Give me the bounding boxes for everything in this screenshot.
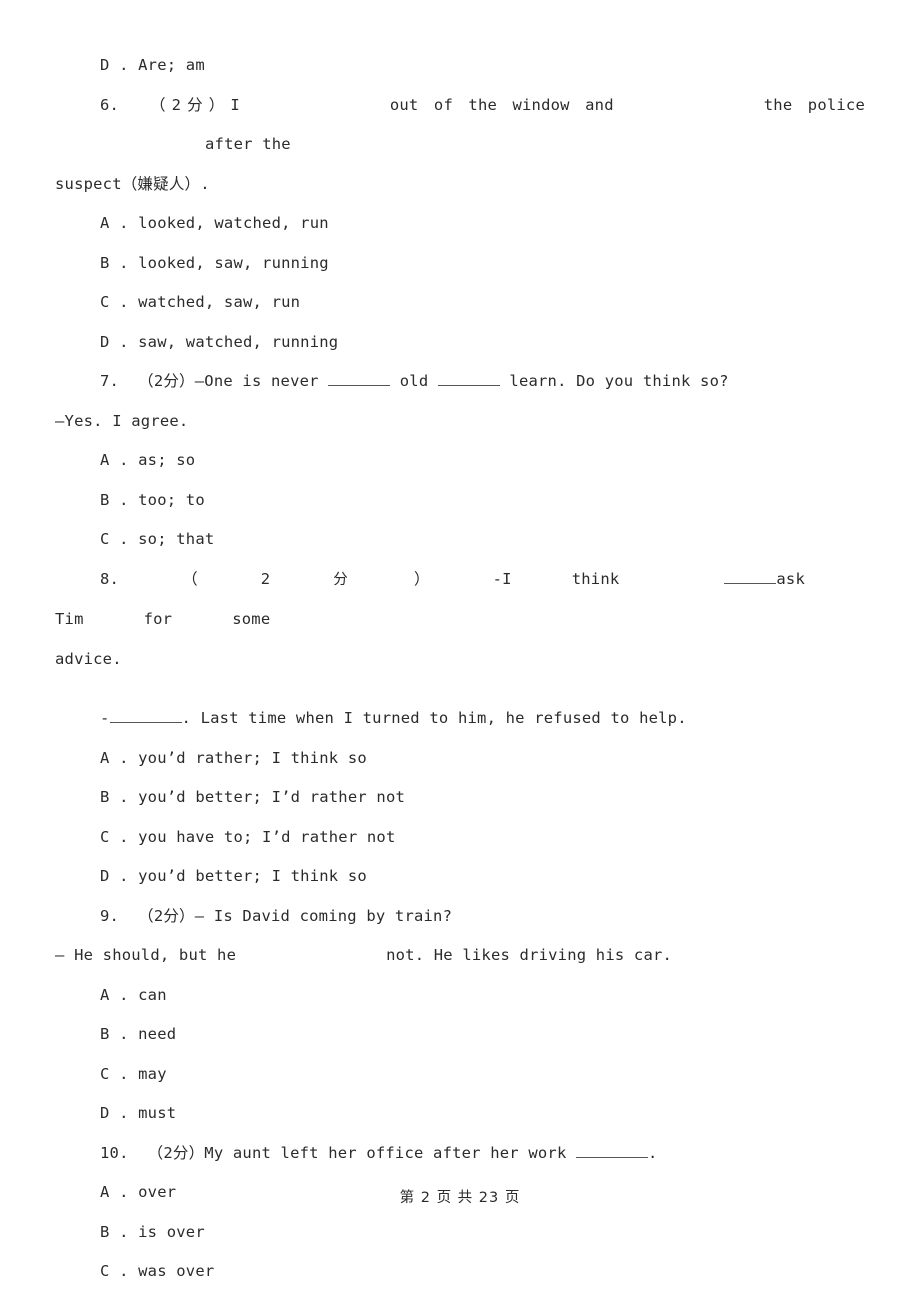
question-7-stem-part-3: learn. Do you think so? <box>499 372 729 390</box>
question-8-option-d: D . you’d better; I think so <box>100 867 367 885</box>
question-8-word-ask: ask <box>776 569 805 588</box>
carryover-option-d: D . Are; am <box>100 56 205 74</box>
question-8-marks-value: 2 <box>260 569 271 588</box>
question-6-stem-part-1: 6. （2分）I <box>100 95 240 114</box>
question-9-stem: 9. （2分）— Is David coming by train? <box>100 906 453 925</box>
question-8-spacer <box>55 679 865 699</box>
question-7-option-c: C . so; that <box>100 530 215 548</box>
question-6-option-b: B . looked, saw, running <box>100 253 329 272</box>
question-8-option-b: B . you’d better; I’d rather not <box>100 788 406 806</box>
question-6-option-c: C . watched, saw, run <box>100 293 301 311</box>
question-9-reply-part-2: not. He likes driving his car. <box>386 946 673 964</box>
question-8-option-c: C . you have to; I’d rather not <box>100 827 396 846</box>
question-6-stem-wrap: suspect（嫌疑人）. <box>55 174 210 193</box>
question-10-stem-part-2: . <box>648 1143 658 1162</box>
question-10-option-c: C . was over <box>100 1262 215 1280</box>
question-6-stem-part-2: out of the window and <box>389 95 614 114</box>
page-footer: 第 2 页 共 23 页 <box>399 1190 521 1206</box>
question-7-option-b: B . too; to <box>100 490 205 509</box>
question-8-reply-line: - . Last time when I turned to him, he re… <box>55 699 865 739</box>
question-10-blank-1 <box>576 1142 649 1158</box>
question-8-word-think: think <box>571 569 620 588</box>
question-7-blank-1 <box>328 371 391 386</box>
question-8-number: 8. <box>100 569 120 588</box>
question-9-option-c: C . may <box>100 1064 167 1083</box>
question-7-option-a: A . as; so <box>100 451 196 469</box>
question-6-option-d: D . saw, watched, running <box>100 332 339 351</box>
page-content: D . Are; am 6. （2分）I out of the window an… <box>55 46 865 1292</box>
question-7-stem-line-2: —Yes. I agree. <box>55 411 189 430</box>
question-8-stem-line-2: advice. <box>55 649 122 668</box>
question-8-reply-dash: - <box>100 709 110 727</box>
question-8-option-a: A . you’d rather; I think so <box>100 748 367 767</box>
question-6-option-a: A . looked, watched, run <box>100 214 329 232</box>
question-7-stem-part-1: 7. （2分）—One is never <box>100 372 329 390</box>
question-8-marks-unit: 分 <box>330 571 351 588</box>
question-8-word-for: for <box>143 610 173 628</box>
question-8-blank-2 <box>109 708 182 723</box>
question-6-stem-part-4: after the <box>205 135 291 153</box>
question-7-stem: 7. （2分）—One is never old learn. Do you t… <box>55 362 865 402</box>
question-8-speaker-1: -I <box>492 569 512 588</box>
question-10-stem: 10. （2分）My aunt left her office after he… <box>55 1134 865 1174</box>
question-8-paren-open: （ <box>179 569 201 588</box>
question-8-paren-close: ） <box>410 569 433 588</box>
question-10-option-b: B . is over <box>100 1222 205 1241</box>
question-9-option-d: D . must <box>100 1104 177 1122</box>
question-8-word-tim: Tim <box>55 610 84 628</box>
question-9-reply-part-1: — He should, but he <box>55 946 237 964</box>
question-9-stem-line-2: — He should, but he not. He likes driving… <box>55 936 865 976</box>
question-6-stem: 6. （2分）I out of the window and the police a… <box>55 86 865 165</box>
question-6-stem-part-3: the police <box>763 95 865 114</box>
document-page: D . Are; am 6. （2分）I out of the window an… <box>0 0 920 1302</box>
question-9-option-b: B . need <box>100 1025 177 1043</box>
question-7-stem-part-2: old <box>390 372 438 390</box>
question-9-option-a: A . can <box>100 985 167 1004</box>
question-7-blank-2 <box>437 371 500 386</box>
question-10-stem-part-1: 10. （2分）My aunt left her office after he… <box>100 1143 577 1162</box>
question-8-reply-rest: . Last time when I turned to him, he ref… <box>181 709 687 727</box>
question-8-stem: 8. （ 2 分 ） -I think ask Tim for some <box>55 560 865 640</box>
question-8-word-some: some <box>232 610 271 628</box>
question-8-blank-1 <box>724 568 777 584</box>
